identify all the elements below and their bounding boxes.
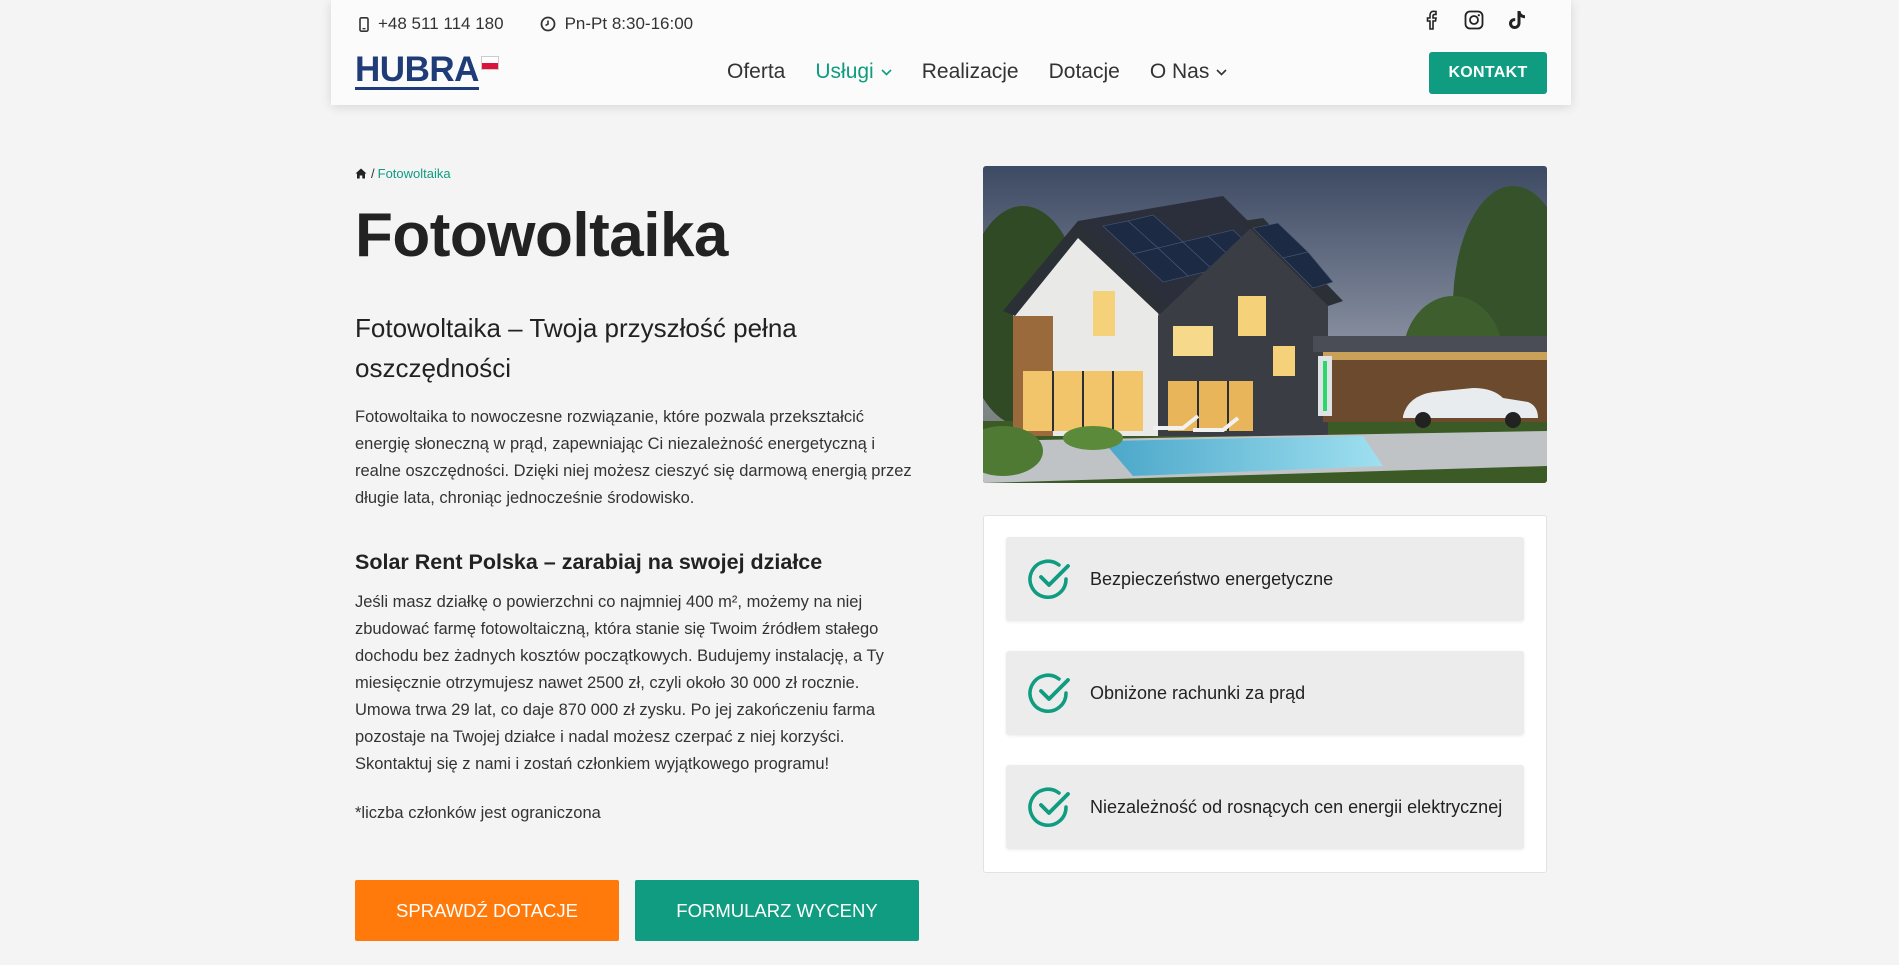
phone-contact[interactable]: +48 511 114 180 — [359, 14, 504, 34]
opening-hours: Pn-Pt 8:30-16:00 — [540, 14, 694, 34]
chevron-down-icon — [881, 68, 892, 76]
check-circle-icon — [1028, 673, 1070, 713]
intro-paragraph: Fotowoltaika to nowoczesne rozwiązanie, … — [355, 408, 912, 508]
social-links — [1420, 9, 1527, 30]
house-solar-image — [983, 166, 1547, 483]
benefit-text: Obniżone rachunki za prąd — [1090, 682, 1306, 703]
nav-dotacje[interactable]: Dotacje — [1049, 60, 1120, 84]
check-circle-icon — [1028, 559, 1070, 599]
subtitle: Fotowoltaika – Twoja przyszłość pełna os… — [355, 313, 797, 384]
quote-form-button[interactable]: FORMULARZ WYCENY — [635, 880, 919, 941]
check-circle-icon — [1028, 787, 1070, 827]
section-paragraph: Jeśli masz działkę o powierzchni co najm… — [355, 593, 884, 774]
main-content: / Fotowoltaika Fotowoltaika Fotowoltaika… — [355, 166, 925, 823]
benefit-item: Obniżone rachunki za prąd — [1006, 651, 1524, 735]
main-nav: Oferta Usługi Realizacje Dotacje O Nas — [727, 60, 1227, 84]
clock-icon — [540, 16, 555, 32]
hubra-logo[interactable]: HUBRA — [355, 50, 499, 90]
phone-icon — [359, 16, 369, 32]
topbar: +48 511 114 180 Pn-Pt 8:30-16:00 — [359, 14, 729, 34]
hours-text: Pn-Pt 8:30-16:00 — [564, 14, 694, 33]
instagram-icon[interactable] — [1463, 9, 1484, 30]
check-subsidies-button[interactable]: SPRAWDŹ DOTACJE — [355, 880, 619, 941]
home-icon[interactable] — [355, 168, 367, 179]
tiktok-icon[interactable] — [1506, 9, 1527, 30]
kontakt-button[interactable]: KONTAKT — [1429, 52, 1547, 94]
nav-oferta[interactable]: Oferta — [727, 60, 785, 84]
cta-buttons: SPRAWDŹ DOTACJE FORMULARZ WYCENY — [355, 880, 919, 941]
breadcrumb-separator: / — [371, 166, 375, 181]
members-note: *liczba członków jest ograniczona — [355, 804, 601, 823]
nav-realizacje[interactable]: Realizacje — [922, 60, 1019, 84]
benefit-item: Niezależność od rosnących cen energii el… — [1006, 765, 1524, 849]
logo-text: HUBRA — [355, 50, 479, 90]
section-title: Solar Rent Polska – zarabiaj na swojej d… — [355, 550, 823, 575]
benefits-list: Bezpieczeństwo energetyczne Obniżone rac… — [983, 515, 1547, 873]
chevron-down-icon — [1216, 68, 1227, 76]
breadcrumb: / Fotowoltaika — [355, 166, 925, 181]
site-header: +48 511 114 180 Pn-Pt 8:30-16:00 HUBRA O… — [331, 0, 1571, 105]
nav-o-nas[interactable]: O Nas — [1150, 60, 1228, 84]
benefit-text: Bezpieczeństwo energetyczne — [1090, 568, 1334, 589]
phone-number: +48 511 114 180 — [378, 14, 504, 33]
benefit-item: Bezpieczeństwo energetyczne — [1006, 537, 1524, 621]
page-title: Fotowoltaika — [355, 201, 728, 270]
breadcrumb-current[interactable]: Fotowoltaika — [378, 166, 451, 181]
benefit-text: Niezależność od rosnących cen energii el… — [1090, 796, 1503, 817]
nav-uslugi[interactable]: Usługi — [815, 60, 892, 84]
polish-flag-icon — [480, 56, 499, 70]
facebook-icon[interactable] — [1420, 9, 1441, 30]
